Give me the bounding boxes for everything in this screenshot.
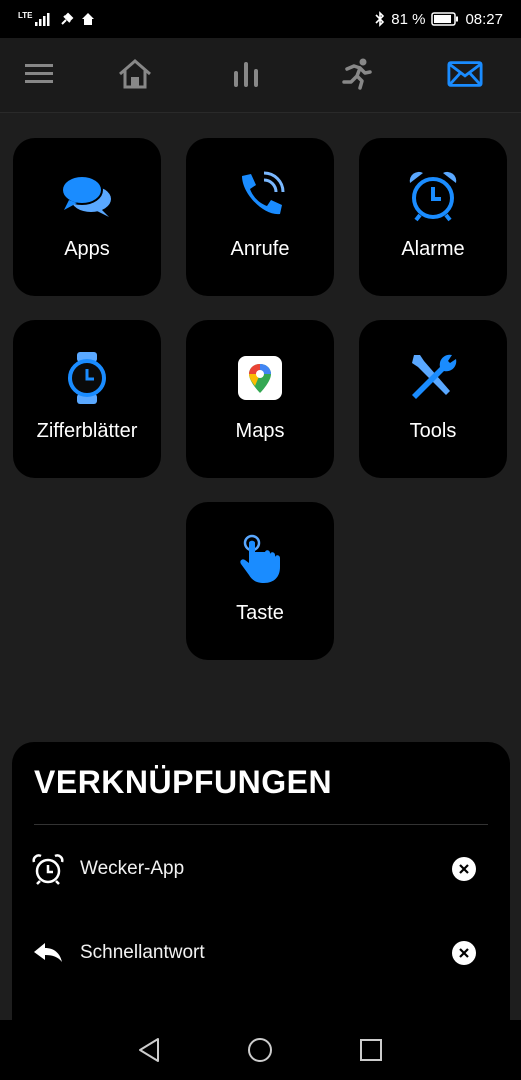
- maps-icon: [186, 350, 334, 406]
- home-status-icon: [81, 13, 94, 25]
- tile-label: Zifferblätter: [36, 420, 138, 442]
- status-left: LTE: [18, 11, 95, 27]
- watch-icon: [13, 350, 161, 406]
- signal-icon: [34, 13, 50, 26]
- shortcut-label: Schnellantwort: [80, 942, 205, 963]
- shortcut-label: Wecker-App: [80, 858, 185, 879]
- recents-button[interactable]: [357, 1036, 385, 1064]
- tap-hand-icon: [186, 532, 334, 588]
- tools-icon: [359, 350, 507, 406]
- close-icon: [459, 864, 469, 874]
- top-navigation: [0, 38, 521, 113]
- menu-icon[interactable]: [22, 56, 58, 92]
- chart-icon[interactable]: [228, 56, 264, 92]
- bluetooth-icon: [375, 11, 385, 27]
- tile-label: Tools: [409, 420, 457, 442]
- tile-alarme[interactable]: Alarme: [359, 138, 507, 296]
- shortcut-row-wecker[interactable]: Wecker-App: [12, 844, 510, 894]
- tile-apps[interactable]: Apps: [13, 138, 161, 296]
- tile-label: Anrufe: [230, 238, 290, 260]
- divider: [34, 824, 488, 825]
- tile-label: Alarme: [401, 238, 465, 260]
- home-circle-icon: [248, 1038, 272, 1062]
- shortcuts-card: VERKNÜPFUNGEN Wecker-App Schnellantwort: [12, 742, 510, 1032]
- back-triangle-icon: [139, 1038, 159, 1062]
- remove-shortcut-button[interactable]: [452, 857, 476, 881]
- status-bar: LTE 81 % 08:27: [0, 0, 521, 38]
- recents-square-icon: [360, 1039, 382, 1061]
- battery-percent: 81 %: [391, 10, 426, 28]
- shortcuts-title: VERKNÜPFUNGEN: [34, 764, 333, 800]
- network-label: LTE: [18, 10, 33, 20]
- alarm-clock-icon: [32, 854, 64, 886]
- tile-taste[interactable]: Taste: [186, 502, 334, 660]
- status-right: 81 % 08:27: [375, 11, 503, 28]
- tile-label: Maps: [235, 420, 285, 442]
- home-button[interactable]: [246, 1036, 274, 1064]
- alarm-clock-icon: [359, 168, 507, 224]
- running-icon[interactable]: [338, 56, 374, 92]
- battery-icon: [431, 12, 459, 26]
- tile-maps[interactable]: Maps: [186, 320, 334, 478]
- chat-bubbles-icon: [13, 168, 161, 224]
- tile-label: Apps: [64, 238, 110, 260]
- reply-icon: [32, 938, 64, 970]
- remove-shortcut-button[interactable]: [452, 941, 476, 965]
- phone-ringing-icon: [186, 168, 334, 224]
- tile-tools[interactable]: Tools: [359, 320, 507, 478]
- satellite-icon: [60, 12, 73, 25]
- back-button[interactable]: [136, 1036, 164, 1064]
- system-navigation-bar: [0, 1020, 521, 1080]
- close-icon: [459, 948, 469, 958]
- shortcut-row-schnellantwort[interactable]: Schnellantwort: [12, 928, 510, 978]
- tile-label: Taste: [236, 602, 284, 624]
- tile-zifferblaetter[interactable]: Zifferblätter: [13, 320, 161, 478]
- home-icon[interactable]: [117, 56, 153, 92]
- clock-time: 08:27: [465, 10, 503, 28]
- envelope-icon[interactable]: [447, 56, 483, 92]
- tile-anrufe[interactable]: Anrufe: [186, 138, 334, 296]
